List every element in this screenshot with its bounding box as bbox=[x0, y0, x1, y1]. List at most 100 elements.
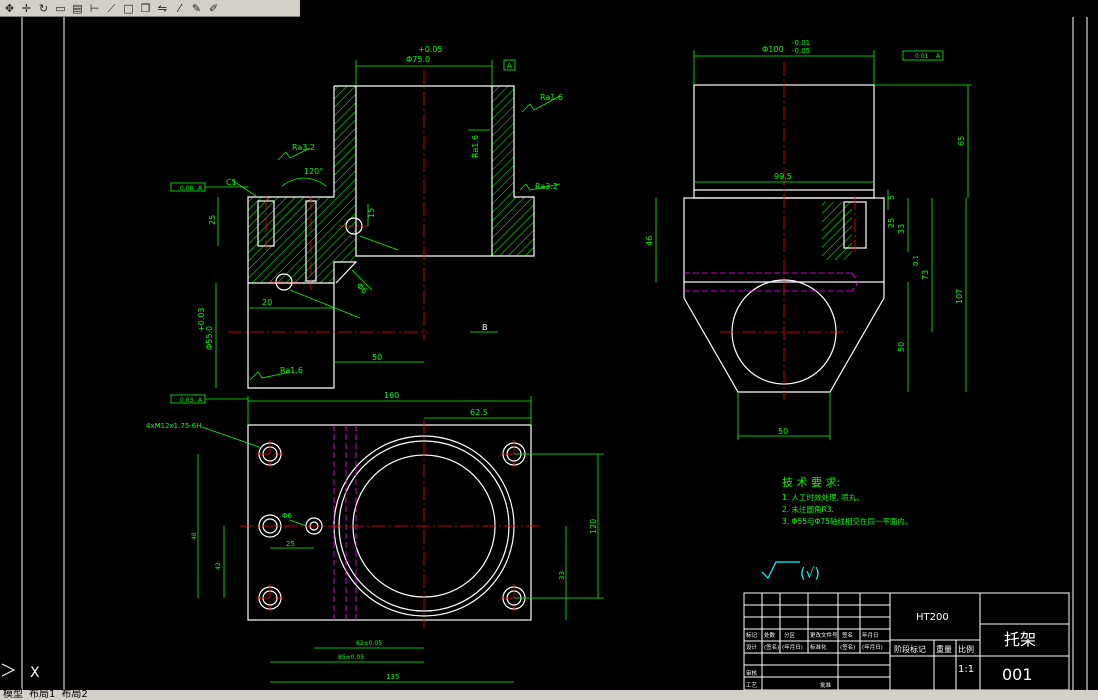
pencil-icon[interactable]: ✎ bbox=[189, 1, 204, 16]
trim-icon[interactable]: ⁄ bbox=[172, 1, 187, 16]
front-view-hatch bbox=[248, 86, 534, 283]
dim-top-62-5: 62.5 bbox=[470, 408, 488, 417]
tech-req-title: 技 术 要 求: bbox=[782, 476, 840, 489]
ucs-icon: X bbox=[1, 663, 40, 681]
dim-dia55-tol: +0.03 bbox=[197, 307, 206, 332]
dim-25: 25 bbox=[208, 215, 217, 225]
standard-sign: (签名) bbox=[840, 643, 855, 651]
row-label-0: 标记 bbox=[746, 631, 758, 639]
dim-top-42: 42 bbox=[215, 562, 222, 570]
dim-side-tol-upper: -0.01 bbox=[792, 39, 810, 47]
standard-date: (年月日) bbox=[862, 643, 883, 651]
top-view-dim-text: 160 62.5 4xM12x1.75-6H 120 48 33 25 Φ6 4… bbox=[146, 391, 598, 681]
tab-layout-2[interactable]: 布局2 bbox=[58, 690, 90, 700]
dim-top-33: 33 bbox=[558, 571, 566, 580]
tab-layout-1[interactable]: 布局1 bbox=[26, 690, 58, 700]
drawing-canvas[interactable]: +0.05 Φ75.0 Ra1.6 Ra3.2 Ra1.6 Ra3.2 120°… bbox=[0, 17, 1098, 690]
copy-icon[interactable]: ❐ bbox=[138, 1, 153, 16]
dim-side-65: 65 bbox=[957, 136, 966, 146]
design-label: 设计 bbox=[746, 643, 758, 651]
approve-label: 批准 bbox=[820, 681, 832, 689]
review-label: 审核 bbox=[746, 669, 758, 677]
standard-label: 标准化 bbox=[810, 643, 827, 651]
side-view: Φ100 -0.01 -0.05 0.01 A 65 99.5 5 46 25 … bbox=[645, 39, 972, 440]
zoom-window-icon[interactable]: ▭ bbox=[53, 1, 68, 16]
design-sign: (签名) bbox=[764, 643, 779, 651]
row-label-2: 分区 bbox=[784, 631, 796, 639]
general-roughness-symbol: (√) bbox=[761, 561, 820, 582]
dim-top-160: 160 bbox=[384, 391, 399, 400]
scale-value: 1:1 bbox=[958, 664, 974, 675]
dim-side-73-tol: 0.1 bbox=[912, 255, 920, 266]
ftol-side-value: 0.01 bbox=[915, 53, 929, 60]
roughness-label: (√) bbox=[800, 566, 820, 582]
dim-top-62: 62±0.05 bbox=[356, 640, 382, 647]
rectangle-icon[interactable]: □ bbox=[121, 1, 136, 16]
dimension-linear-icon[interactable]: ⊢ bbox=[87, 1, 102, 16]
dim-dia55: Φ55.0 bbox=[205, 326, 214, 350]
dim-angle: 120° bbox=[304, 167, 323, 176]
datum-top: A bbox=[507, 62, 512, 70]
dim-top-thread: 4xM12x1.75-6H bbox=[146, 422, 202, 430]
scale-label: 比例 bbox=[958, 644, 974, 654]
dim-side-99-5: 99.5 bbox=[774, 172, 792, 181]
dim-chamfer: C1 bbox=[226, 178, 237, 187]
dim-20: 20 bbox=[262, 298, 272, 307]
dim-side-5: 5 bbox=[887, 195, 896, 200]
row-label-1: 处数 bbox=[764, 631, 776, 639]
process-label: 工艺 bbox=[746, 682, 758, 689]
brush-icon[interactable]: ✐ bbox=[206, 1, 221, 16]
ucs-x-label: X bbox=[30, 665, 40, 681]
tech-req-line-2: 2. 未注圆角R3. bbox=[782, 504, 834, 514]
weight-label: 重量 bbox=[936, 644, 952, 654]
dim-side-50v: 50 bbox=[897, 342, 906, 352]
dim-top-25: 25 bbox=[286, 540, 295, 548]
drawing-number: 001 bbox=[1002, 665, 1033, 684]
tech-req-line-1: 1. 人工时效处理, 喷丸。 bbox=[782, 492, 864, 502]
ftol-left-value: 0.08 bbox=[180, 185, 194, 192]
dim-ra-bore: Ra1.6 bbox=[471, 135, 480, 158]
dim-side-25: 25 bbox=[887, 218, 896, 228]
dim-top-85: 85±0.05 bbox=[338, 654, 364, 661]
dim-ra-bottom: Ra1.6 bbox=[280, 366, 303, 375]
dim-side-73: 73 bbox=[921, 270, 930, 280]
title-block: HT200 托架 001 1:1 阶段标记 重量 比例 标记 处数 分区 更改文… bbox=[743, 592, 1070, 690]
dim-top-120: 120 bbox=[589, 519, 598, 534]
cad-toolbar: ✥ ✛ ↻ ▭ ▤ ⊢ ⟋ □ ❐ ⇋ ⁄ ✎ ✐ bbox=[0, 0, 300, 17]
rotate-icon[interactable]: ↻ bbox=[36, 1, 51, 16]
dimension-aligned-icon[interactable]: ⟋ bbox=[104, 1, 119, 16]
view-arrow-b: B bbox=[482, 323, 488, 332]
material-label: HT200 bbox=[916, 612, 949, 623]
ftol-side-ref: A bbox=[936, 53, 941, 60]
design-date: (年月日) bbox=[782, 643, 803, 651]
dim-ra-step: Ra3.2 bbox=[535, 182, 558, 191]
side-view-dim-text: Φ100 -0.01 -0.05 0.01 A 65 99.5 5 46 25 … bbox=[645, 39, 966, 436]
side-view-hatch bbox=[822, 202, 852, 260]
pan-icon[interactable]: ✥ bbox=[2, 1, 17, 16]
dim-50: 50 bbox=[372, 353, 382, 362]
side-view-dimensions bbox=[655, 50, 972, 440]
dim-side-50h: 50 bbox=[778, 427, 788, 436]
properties-icon[interactable]: ▤ bbox=[70, 1, 85, 16]
dim-side-107: 107 bbox=[955, 289, 964, 304]
drawing-frame bbox=[21, 17, 1088, 690]
mirror-icon[interactable]: ⇋ bbox=[155, 1, 170, 16]
dim-15: 15 bbox=[367, 208, 376, 218]
row-label-3: 更改文件号 bbox=[810, 631, 838, 639]
dim-top-tol: +0.05 bbox=[418, 45, 443, 54]
top-view: 160 62.5 4xM12x1.75-6H 120 48 33 25 Φ6 4… bbox=[146, 391, 604, 683]
dim-ra-left: Ra3.2 bbox=[292, 143, 315, 152]
dim-side-tol-lower: -0.05 bbox=[792, 47, 810, 55]
dim-side-top-dia: Φ100 bbox=[762, 45, 784, 54]
move-icon[interactable]: ✛ bbox=[19, 1, 34, 16]
dim-side-46: 46 bbox=[645, 236, 654, 246]
dim-top-dia6: Φ6 bbox=[282, 512, 293, 520]
layout-tabs-bar: 模型 布局1 布局2 bbox=[0, 690, 1098, 700]
dim-top-135: 135 bbox=[386, 673, 399, 681]
ftol-bottom-value: 0.03 bbox=[180, 397, 194, 404]
front-view: +0.05 Φ75.0 Ra1.6 Ra3.2 Ra1.6 Ra3.2 120°… bbox=[170, 45, 563, 404]
tab-model[interactable]: 模型 bbox=[0, 690, 26, 700]
part-name: 托架 bbox=[1004, 630, 1036, 649]
row-label-4: 签名 bbox=[842, 631, 853, 639]
stage-label: 阶段标记 bbox=[894, 644, 926, 654]
